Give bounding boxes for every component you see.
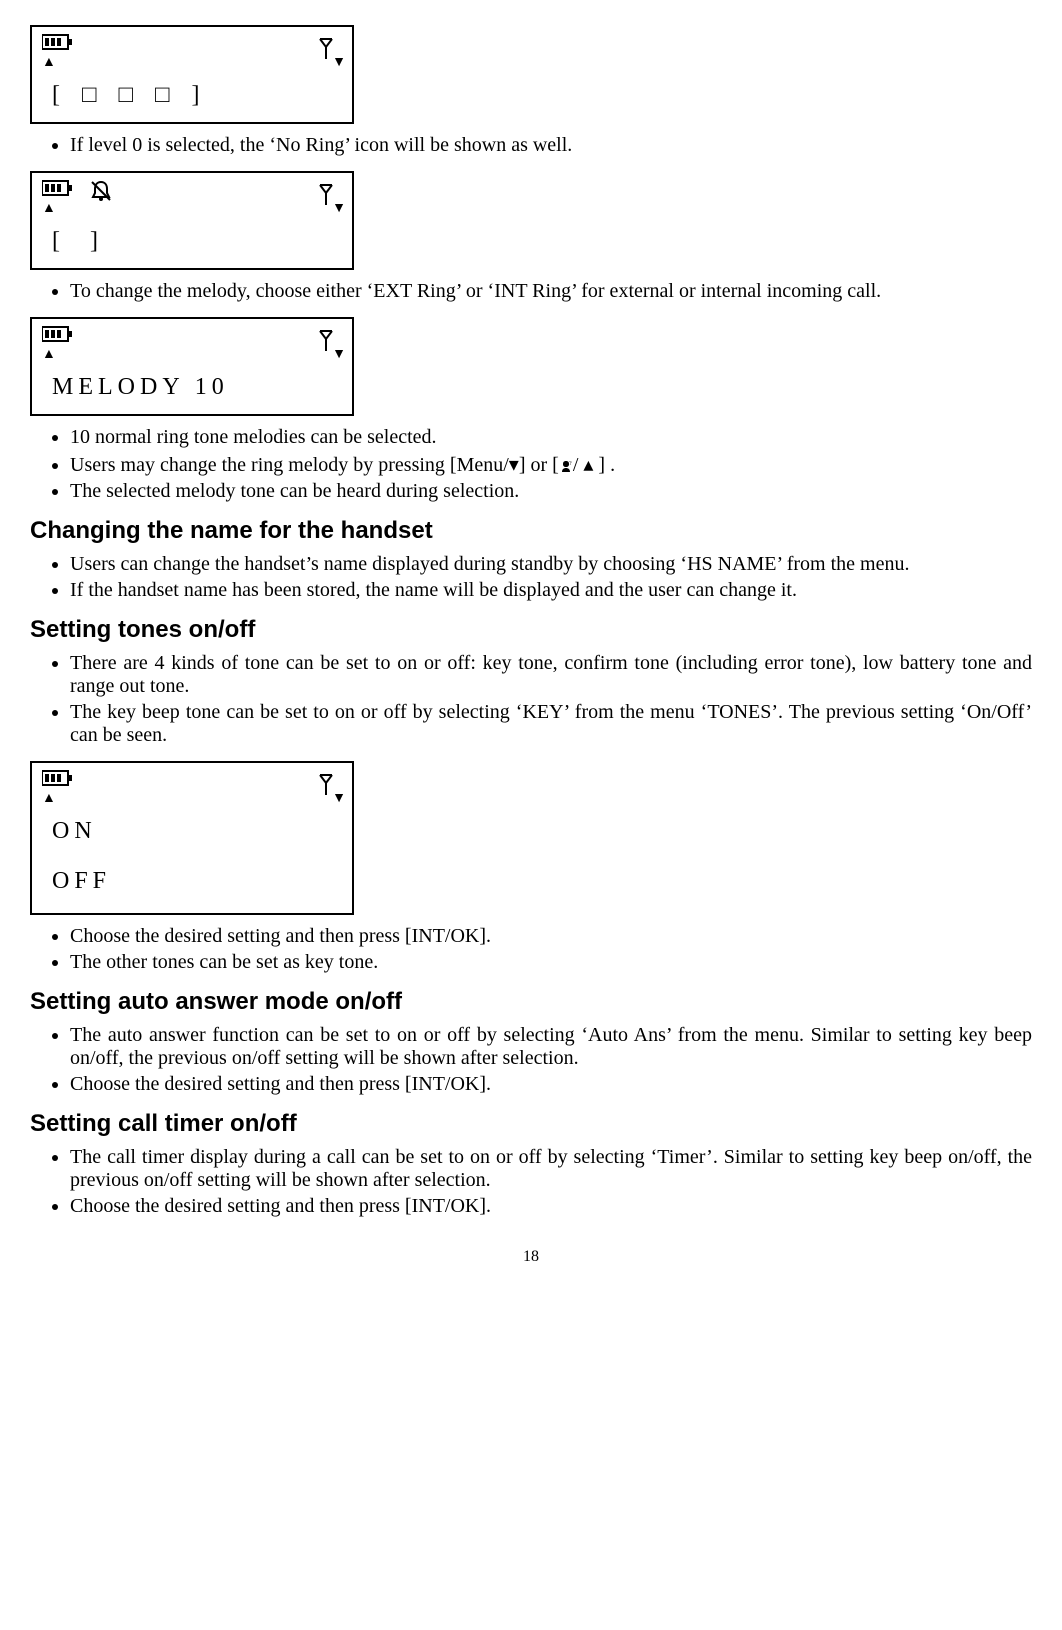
- down-arrow-icon: ▼: [332, 55, 346, 71]
- bullet-item: The auto answer function can be set to o…: [70, 1024, 1032, 1070]
- bullet-list: The call timer display during a call can…: [30, 1146, 1032, 1218]
- bullet-item: If level 0 is selected, the ‘No Ring’ ic…: [70, 134, 1032, 157]
- section-heading-handset-name: Changing the name for the handset: [30, 517, 1032, 545]
- battery-icon: [42, 325, 74, 349]
- down-arrow-icon: ▼: [332, 791, 346, 807]
- svg-text:?: ?: [569, 461, 572, 467]
- bullet-list: Users can change the handset’s name disp…: [30, 553, 1032, 602]
- up-arrow-icon: ▲: [42, 55, 56, 71]
- lcd-screen-no-ring: ▲ ▼ [ ]: [30, 171, 354, 270]
- lcd-screen-on-off: ▲ ▼ ON OFF: [30, 761, 354, 915]
- battery-icon: [42, 769, 74, 793]
- up-arrow-icon: ▲: [42, 201, 56, 217]
- lcd-screen-ring-level: ▲ ▼ [ □ □ □ ]: [30, 25, 354, 124]
- lcd-text-line1: ON: [52, 818, 97, 845]
- bullet-list: 10 normal ring tone melodies can be sele…: [30, 426, 1032, 503]
- bullet-list: Choose the desired setting and then pres…: [30, 925, 1032, 974]
- phonebook-icon: ?: [559, 454, 573, 476]
- bullet-item: The other tones can be set as key tone.: [70, 951, 1032, 974]
- bullet-item: Choose the desired setting and then pres…: [70, 1195, 1032, 1218]
- lcd-text-line2: OFF: [52, 868, 111, 895]
- bullet-list: To change the melody, choose either ‘EXT…: [30, 280, 1032, 303]
- bullet-list: If level 0 is selected, the ‘No Ring’ ic…: [30, 134, 1032, 157]
- battery-icon: [42, 33, 74, 57]
- down-arrow-icon: ▼: [332, 201, 346, 217]
- bullet-item: There are 4 kinds of tone can be set to …: [70, 652, 1032, 698]
- lcd-screen-melody: ▲ ▼ MELODY 10: [30, 317, 354, 416]
- section-heading-tones: Setting tones on/off: [30, 616, 1032, 644]
- up-arrow-icon: ▲: [42, 347, 56, 363]
- bullet-item: If the handset name has been stored, the…: [70, 579, 1032, 602]
- bullet-item: The call timer display during a call can…: [70, 1146, 1032, 1192]
- no-ring-icon: [89, 179, 113, 209]
- bullet-item: The key beep tone can be set to on or of…: [70, 701, 1032, 747]
- bullet-item: Choose the desired setting and then pres…: [70, 1073, 1032, 1096]
- lcd-text: MELODY 10: [52, 374, 342, 401]
- bullet-list: There are 4 kinds of tone can be set to …: [30, 652, 1032, 747]
- page-number: 18: [30, 1248, 1032, 1266]
- bullet-text-prefix: Users may change the ring melody by pres…: [70, 454, 559, 476]
- bullet-item: Choose the desired setting and then pres…: [70, 925, 1032, 948]
- section-heading-call-timer: Setting call timer on/off: [30, 1110, 1032, 1138]
- down-arrow-icon: ▼: [332, 347, 346, 363]
- battery-icon: [42, 179, 74, 203]
- lcd-text: [ ]: [52, 228, 342, 255]
- bullet-item: 10 normal ring tone melodies can be sele…: [70, 426, 1032, 449]
- lcd-text: [ □ □ □ ]: [52, 82, 342, 109]
- bullet-item: The selected melody tone can be heard du…: [70, 480, 1032, 503]
- section-heading-auto-answer: Setting auto answer mode on/off: [30, 988, 1032, 1016]
- bullet-item: Users may change the ring melody by pres…: [70, 452, 1032, 477]
- up-arrow-icon: ▲: [42, 791, 56, 807]
- bullet-list: The auto answer function can be set to o…: [30, 1024, 1032, 1096]
- bullet-item: Users can change the handset’s name disp…: [70, 553, 1032, 576]
- bullet-text-suffix: / ▴ ] .: [573, 454, 615, 476]
- bullet-item: To change the melody, choose either ‘EXT…: [70, 280, 1032, 303]
